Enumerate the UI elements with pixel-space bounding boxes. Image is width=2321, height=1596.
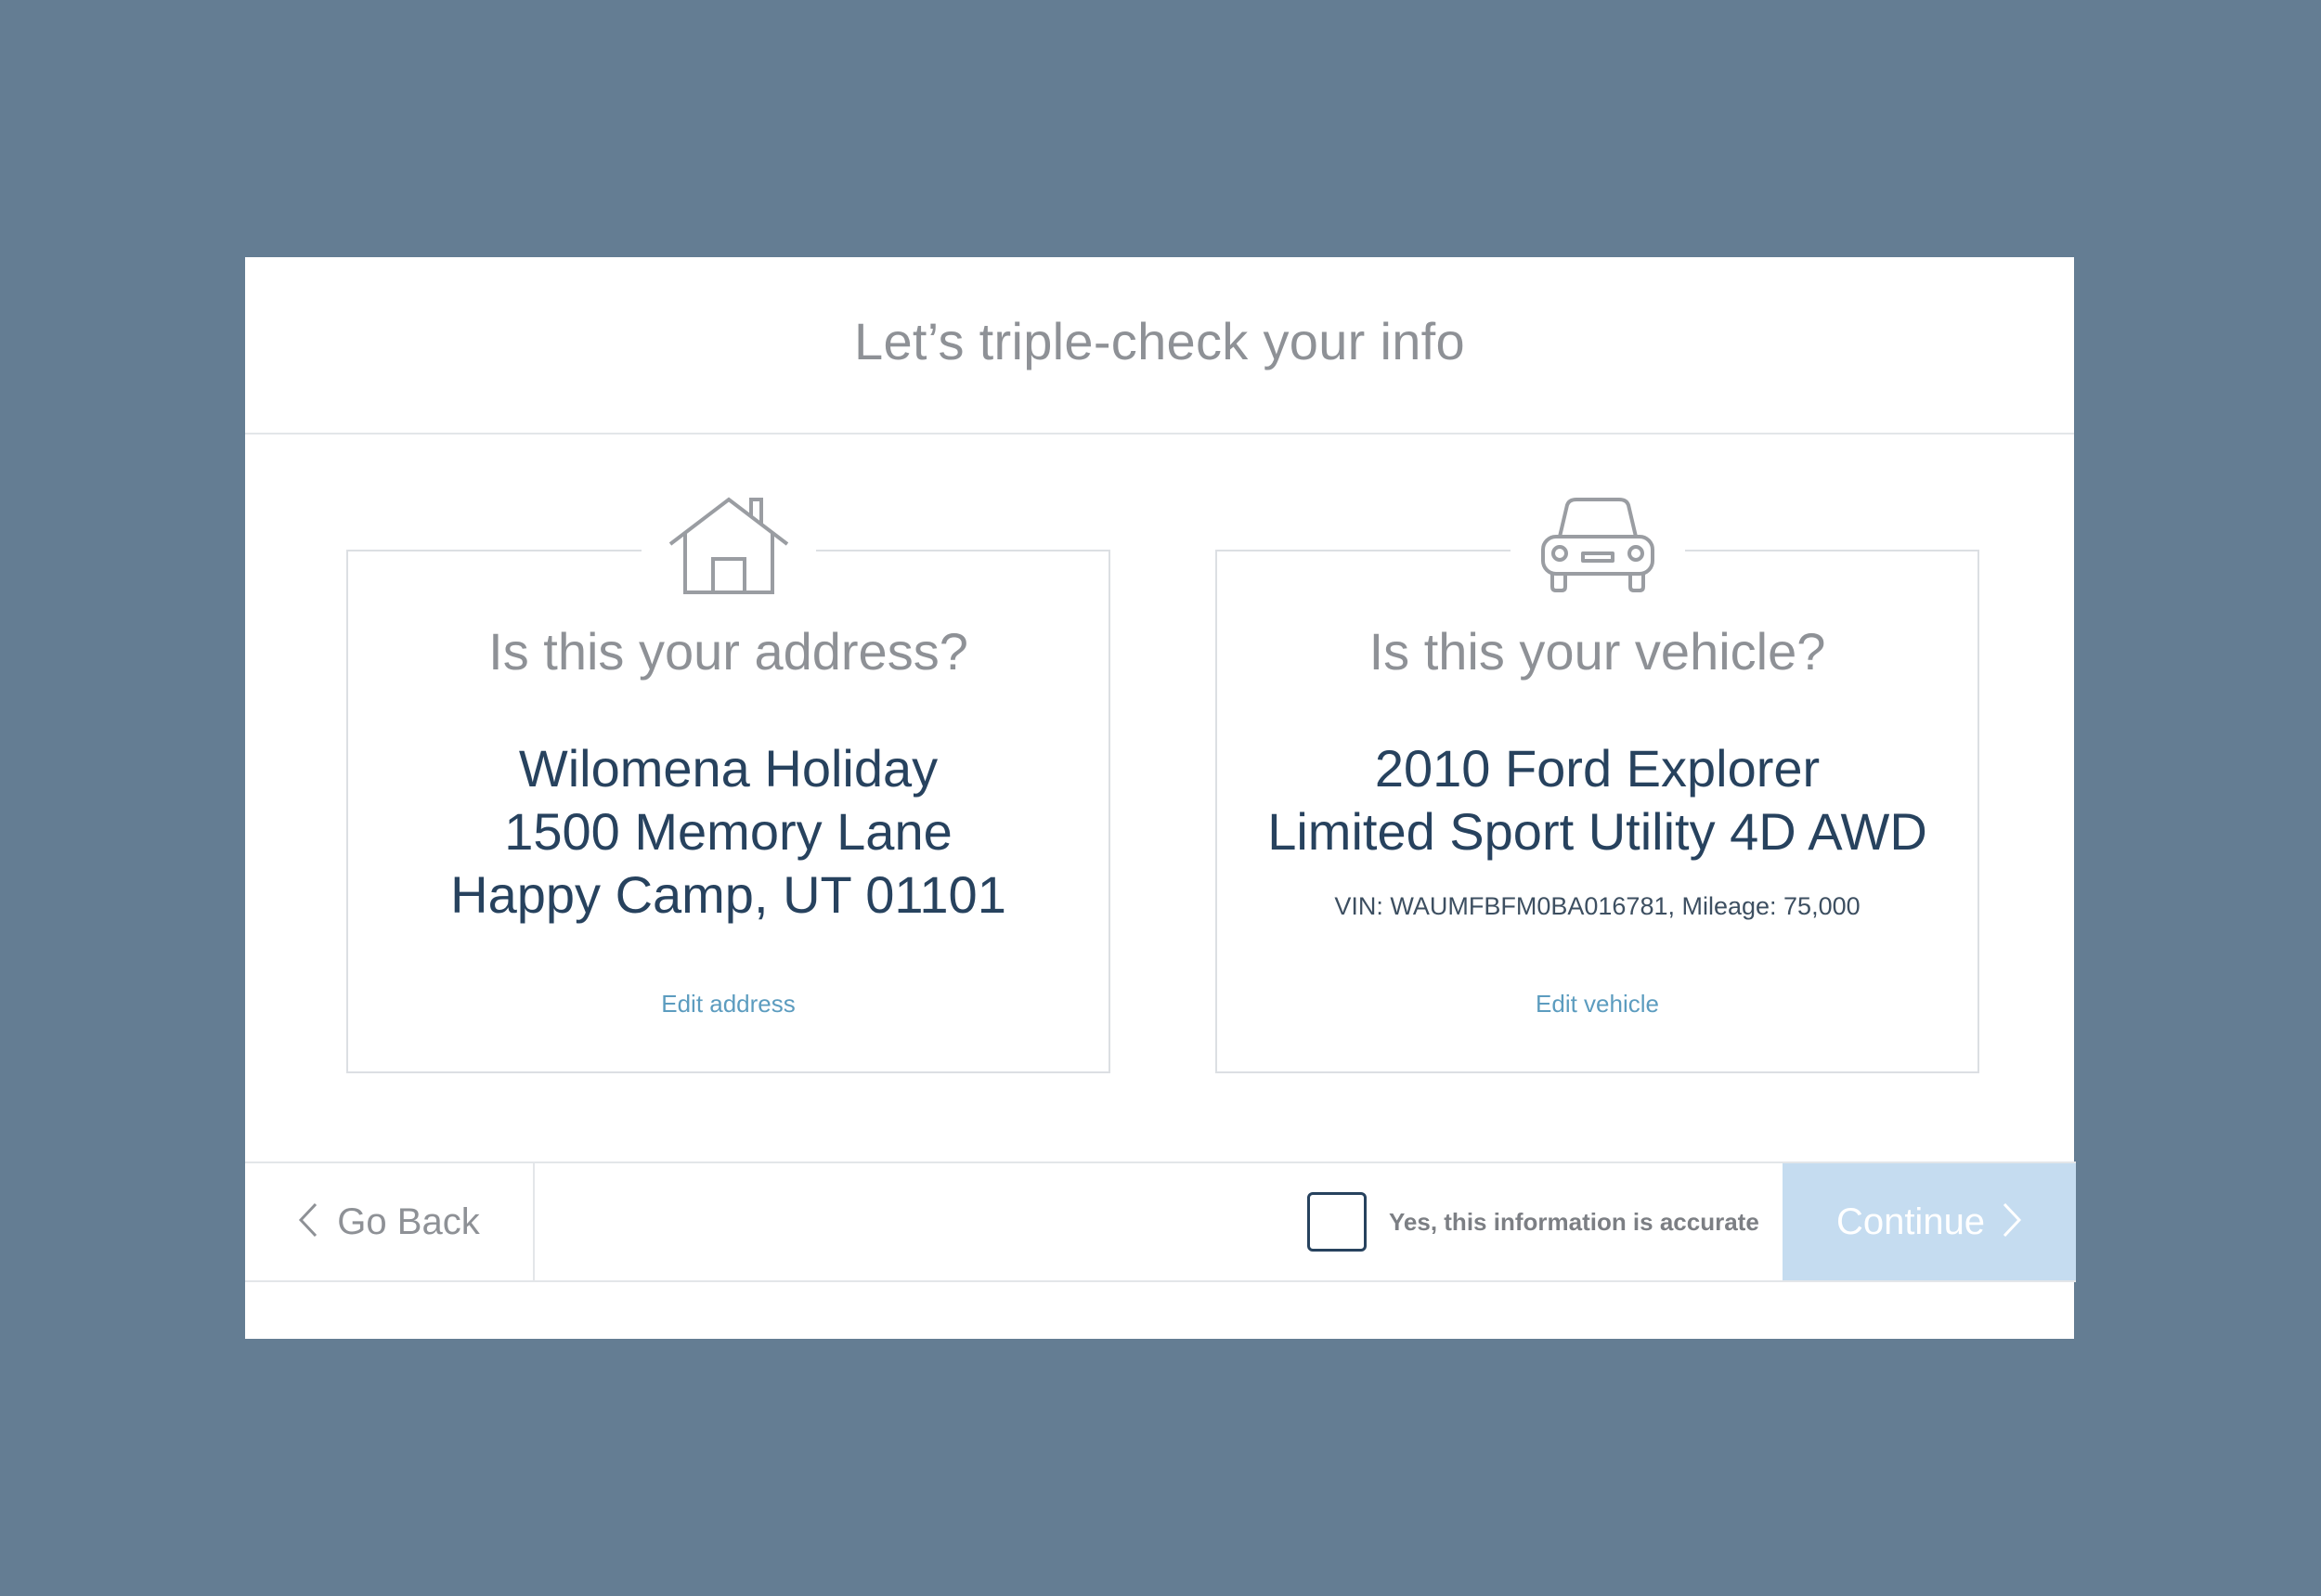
accuracy-checkbox[interactable] [1307, 1192, 1367, 1252]
go-back-button[interactable]: Go Back [245, 1163, 535, 1280]
chevron-left-icon [298, 1201, 318, 1243]
vehicle-vin-mileage: VIN: WAUMFBFM0BA016781, Mileage: 75,000 [1334, 892, 1861, 920]
accuracy-confirmation[interactable]: Yes, this information is accurate [1307, 1192, 1759, 1252]
vehicle-card: Is this your vehicle? 2010 Ford Explorer… [1215, 496, 1979, 1073]
edit-vehicle-link[interactable]: Edit vehicle [1217, 990, 1977, 1019]
continue-label: Continue [1835, 1200, 1986, 1242]
go-back-label: Go Back [337, 1200, 480, 1242]
car-icon [1510, 496, 1685, 605]
chevron-right-icon [2002, 1201, 2022, 1243]
page-title: Let’s triple-check your info [854, 312, 1465, 370]
address-card: Is this your address? Wilomena Holiday 1… [346, 496, 1110, 1073]
confirmation-modal: Let’s triple-check your info Is this you… [245, 257, 2076, 1339]
vehicle-question: Is this your vehicle? [1368, 622, 1826, 681]
address-street: 1500 Memory Lane [504, 802, 953, 861]
vehicle-trim: Limited Sport Utility 4D AWD [1267, 802, 1927, 861]
continue-button[interactable]: Continue [1783, 1163, 2076, 1280]
modal-footer: Go Back Yes, this information is accurat… [245, 1161, 2076, 1282]
vehicle-model: 2010 Ford Explorer [1374, 739, 1821, 798]
address-details: Wilomena Holiday 1500 Memory Lane Happy … [348, 737, 1109, 927]
vehicle-details: 2010 Ford Explorer Limited Sport Utility… [1217, 737, 1977, 863]
address-question: Is this your address? [488, 622, 968, 681]
accuracy-checkbox-label: Yes, this information is accurate [1389, 1207, 1759, 1236]
address-city: Happy Camp, UT 01101 [450, 865, 1006, 924]
address-name: Wilomena Holiday [518, 739, 939, 798]
edit-address-link[interactable]: Edit address [348, 990, 1109, 1019]
house-icon [641, 496, 816, 605]
modal-header: Let’s triple-check your info [245, 257, 2074, 435]
